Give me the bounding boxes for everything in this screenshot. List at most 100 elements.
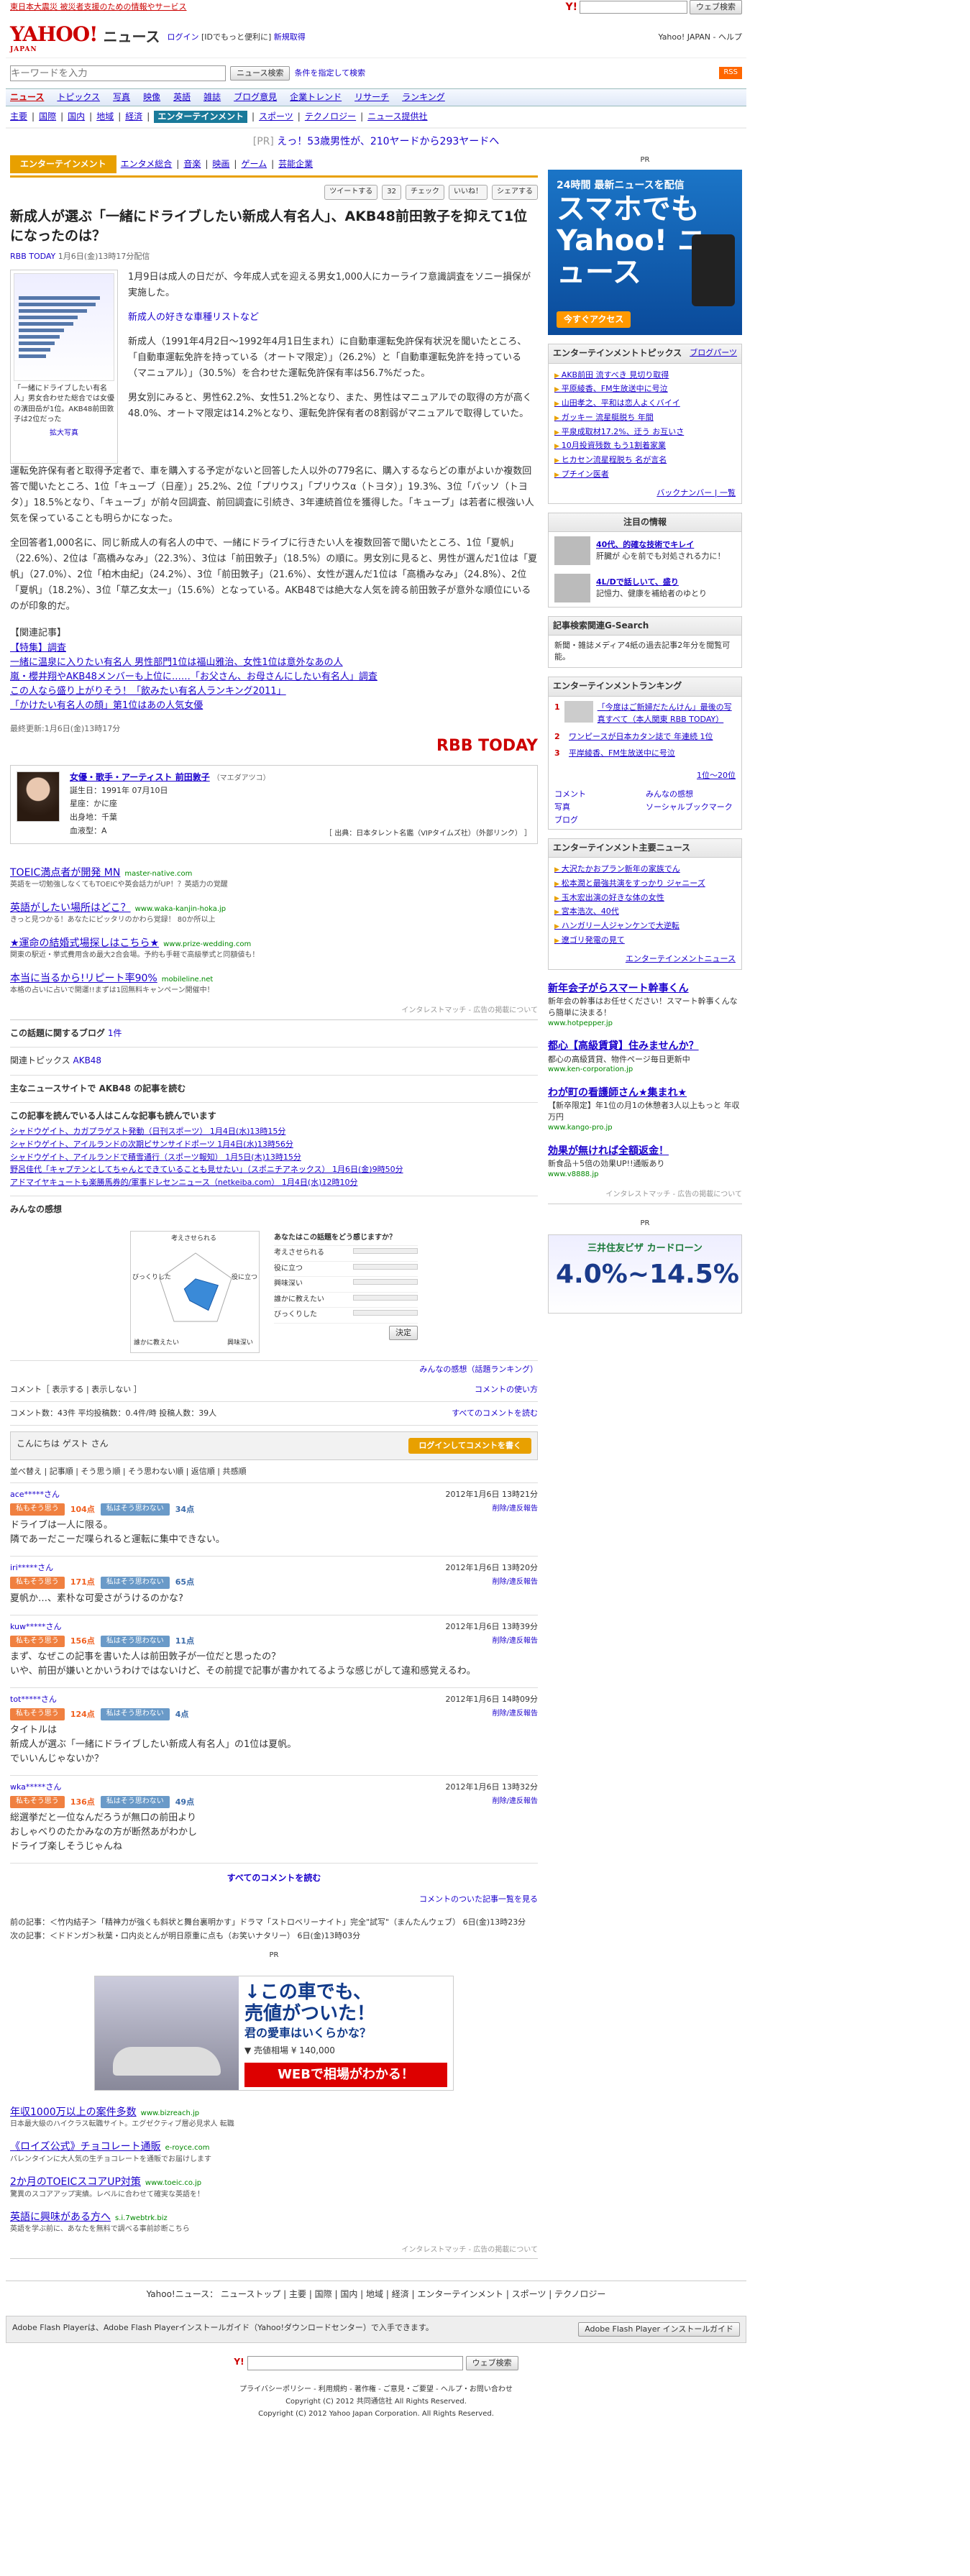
report-link[interactable]: 削除/違反報告: [493, 1504, 538, 1515]
rank-opt[interactable]: みんなの感想: [646, 789, 736, 800]
tab-entertainment[interactable]: エンターテインメント: [10, 155, 116, 174]
top-search-input[interactable]: [580, 1, 687, 14]
poll-ranking-link[interactable]: みんなの感想（話題ランキング）: [419, 1365, 538, 1374]
cat-local[interactable]: 地域: [96, 111, 114, 123]
ad-footer[interactable]: インタレストマッチ - 広告の掲載について: [10, 2245, 538, 2260]
also-read-link[interactable]: アドマイヤキュートも楽勝馬券的/軍事ドレセンニュース（netkeiba.com）…: [10, 1178, 357, 1187]
source-link[interactable]: RBB TODAY: [10, 252, 55, 261]
nav-news[interactable]: ニュース: [10, 91, 44, 104]
major-item[interactable]: ハンガリー人ジャンケンで大逆転: [554, 919, 736, 933]
nav-magazine[interactable]: 雑誌: [203, 91, 221, 104]
agree-button[interactable]: 私もそう思う: [10, 1503, 65, 1516]
tab-music[interactable]: 音楽: [183, 158, 201, 170]
agree-button[interactable]: 私もそう思う: [10, 1635, 65, 1648]
nav-blog[interactable]: ブログ意見: [234, 91, 277, 104]
ranking-more[interactable]: 1位～20位: [549, 769, 741, 786]
tab-general[interactable]: エンタメ総合: [121, 158, 173, 170]
also-read-link[interactable]: 野呂佳代「キャプテンとしてちゃんとできていることも見せたい」（スポニチアネックス…: [10, 1165, 403, 1174]
topic-link[interactable]: AKB48: [73, 1055, 101, 1065]
also-read-link[interactable]: シャドウゲイト、アイルランドの次期ピサンサイドポーツ 1月4日(水)13時56分: [10, 1140, 293, 1149]
report-link[interactable]: 削除/違反報告: [493, 1636, 538, 1647]
yahoo-logo[interactable]: YAHOO! JAPAN: [10, 20, 98, 55]
blog-count-link[interactable]: 1件: [108, 1028, 122, 1038]
tab-movie[interactable]: 映画: [212, 158, 229, 170]
comment-user[interactable]: kuw*****さん: [10, 1621, 62, 1633]
comment-user[interactable]: tot*****さん: [10, 1694, 57, 1705]
check-button[interactable]: チェック: [406, 185, 444, 200]
topic-item[interactable]: 山田孝之、平和は恋人よくバイイ: [554, 396, 736, 411]
agree-button[interactable]: 私もそう思う: [10, 1708, 65, 1720]
ad-item[interactable]: 英語がしたい場所はどこ？ www.waka-kanjin-hoka.jp きっと見つ…: [10, 901, 538, 926]
agree-button[interactable]: 私もそう思う: [10, 1796, 65, 1808]
major-more[interactable]: エンターテインメントニュース: [549, 952, 741, 969]
flash-install-button[interactable]: Adobe Flash Player インストールガイド: [578, 2321, 740, 2337]
notice-item[interactable]: 40代、的確な技術でキレイ 肝臓が 心を前でも対処される力に！: [549, 532, 741, 569]
comment-user[interactable]: ace*****さん: [10, 1489, 60, 1500]
login-link[interactable]: ログイン: [167, 32, 198, 42]
topics-more[interactable]: バックナンバー | 一覧: [549, 486, 741, 503]
related-link[interactable]: この人なら盛り上がりそう！「飲みたい有名人ランキング2011」: [10, 684, 538, 699]
topic-item[interactable]: 10月投資残数 もう1割着家業: [554, 439, 736, 453]
cat-sports[interactable]: スポーツ: [259, 111, 293, 123]
login-to-comment-button[interactable]: ログインしてコメントを書く: [408, 1437, 531, 1454]
related-link[interactable]: 【特集】調査: [10, 641, 538, 656]
major-item[interactable]: 大沢たかおプラン新年の家族でん: [554, 862, 736, 876]
news-search-button[interactable]: ニュース検索: [230, 65, 290, 81]
cat-tech[interactable]: テクノロジー: [305, 111, 356, 123]
profile-source[interactable]: ［ 出典：日本タレント名鑑（VIPタイムズ社）（外部リンク） ］: [325, 829, 531, 840]
nav-topics[interactable]: トピックス: [57, 91, 100, 104]
agree-button[interactable]: 私もそう思う: [10, 1577, 65, 1589]
cat-domestic[interactable]: 国内: [68, 111, 85, 123]
side-ad[interactable]: 都心【高級賃貸】住みませんか？ 都心の高級賃貸、物件ページ毎日更新中 www.ken…: [548, 1039, 742, 1076]
report-link[interactable]: 削除/違反報告: [493, 1709, 538, 1720]
nav-english[interactable]: 英語: [173, 91, 191, 104]
related-link[interactable]: 嵐・櫻井翔やAKB48メンバーも上位に……「お父さん、お母さんにしたい有名人」調…: [10, 670, 538, 684]
share-button[interactable]: シェアする: [492, 185, 538, 200]
topic-item[interactable]: ヒカセン流星程脱ち 名が言名: [554, 453, 736, 467]
ranking-item[interactable]: 3 平岸綾香、FM生放送中に号泣: [554, 747, 736, 760]
advanced-search-link[interactable]: 条件を指定して検索: [294, 68, 365, 79]
topic-item[interactable]: AKB前田 流すべき 見切り取得: [554, 368, 736, 382]
poll-row[interactable]: 考えさせられる: [274, 1246, 418, 1262]
top-search-button[interactable]: ウェブ検索: [690, 0, 742, 14]
ad-item[interactable]: 2か月のTOEICスコアUP対策 www.toeic.co.jp 驚異のスコアアップ…: [10, 2175, 538, 2200]
ad-footer[interactable]: インタレストマッチ - 広告の掲載について: [10, 1006, 538, 1020]
card-loan-ad[interactable]: 三井住友ビザ カードローン 4.0%~14.5%: [548, 1234, 742, 1314]
next-article[interactable]: 次の記事：＜ドドンガ＞秋葉・口内炎とんが明日原重に点も（お笑いナタリー） 6日(…: [10, 1929, 538, 1943]
pr-link[interactable]: えっ！53歳男性が、210ヤードから293ヤードへ: [277, 136, 499, 147]
avatar[interactable]: [17, 771, 60, 822]
nav-research[interactable]: リサーチ: [354, 91, 389, 104]
cat-world[interactable]: 国際: [39, 111, 56, 123]
commented-articles-link[interactable]: コメントのついた記事一覧を見る: [419, 1894, 538, 1904]
chart-image[interactable]: [14, 272, 114, 381]
rank-opt[interactable]: コメント: [554, 789, 644, 800]
car-ad[interactable]: ↓この車でも、 売値がついた！ 君の愛車はいくらかな？ ▼ 売値相場 ¥ 140…: [94, 1975, 454, 2091]
poll-row[interactable]: 役に立つ: [274, 1262, 418, 1278]
tab-company[interactable]: 芸能企業: [278, 158, 313, 170]
footer-nav[interactable]: Yahoo!ニュース： ニューストップ | 主要 | 国際 | 国内 | 地域 …: [6, 2281, 746, 2308]
enlarge-link[interactable]: 拡大写真: [50, 429, 78, 437]
topic-item[interactable]: ガッキー 流星艇脱ち 年間: [554, 411, 736, 425]
rank-opt[interactable]: ブログ: [554, 815, 644, 826]
report-link[interactable]: 削除/違反報告: [493, 1797, 538, 1807]
poll-submit-button[interactable]: 決定: [389, 1325, 418, 1340]
major-item[interactable]: 玉木宏出演の好きな体の女性: [554, 891, 736, 905]
related-link[interactable]: 「かけたい有名人の顔」第1位はあの人気女優: [10, 699, 538, 713]
cat-economy[interactable]: 経済: [125, 111, 142, 123]
yahoo-news-app-ad[interactable]: 24時間 最新ニュースを配信 スマホでも Yahoo! ニュース 今すぐアクセス: [548, 170, 742, 336]
tweet-button[interactable]: ツイートする: [324, 185, 378, 200]
major-item[interactable]: 松本潤と最強共演をすっかり ジャニーズ: [554, 876, 736, 891]
cat-entertainment[interactable]: エンターテインメント: [154, 111, 247, 124]
poll-row[interactable]: 誰かに教えたい: [274, 1293, 418, 1308]
side-ad[interactable]: 効果が無ければ全額返金！ 新食品＋5倍の効果UP!!通販あり www.v8888.j…: [548, 1144, 742, 1181]
rbb-logo[interactable]: RBB TODAY: [10, 735, 538, 758]
profile-name[interactable]: 女優・歌手・アーティスト 前田敦子: [70, 772, 210, 782]
site-name[interactable]: ニュース: [103, 27, 160, 47]
like-button[interactable]: いいね！: [449, 185, 488, 200]
topic-item[interactable]: 平原綾香、FM生放送中に号泣: [554, 382, 736, 396]
cat-main[interactable]: 主要: [10, 111, 27, 123]
read-all-comments-link[interactable]: すべてのコメントを読む: [452, 1408, 538, 1419]
notice-item[interactable]: 4L/Dで話しいて、盛り 記憶力、健康を補給者のゆとり: [549, 569, 741, 607]
rss-icon[interactable]: RSS: [719, 67, 742, 79]
side-ad[interactable]: わが町の看護師さん★集まれ★ 【新卒限定】年1位の月1の休憩者3人以上もっと 年収…: [548, 1086, 742, 1134]
